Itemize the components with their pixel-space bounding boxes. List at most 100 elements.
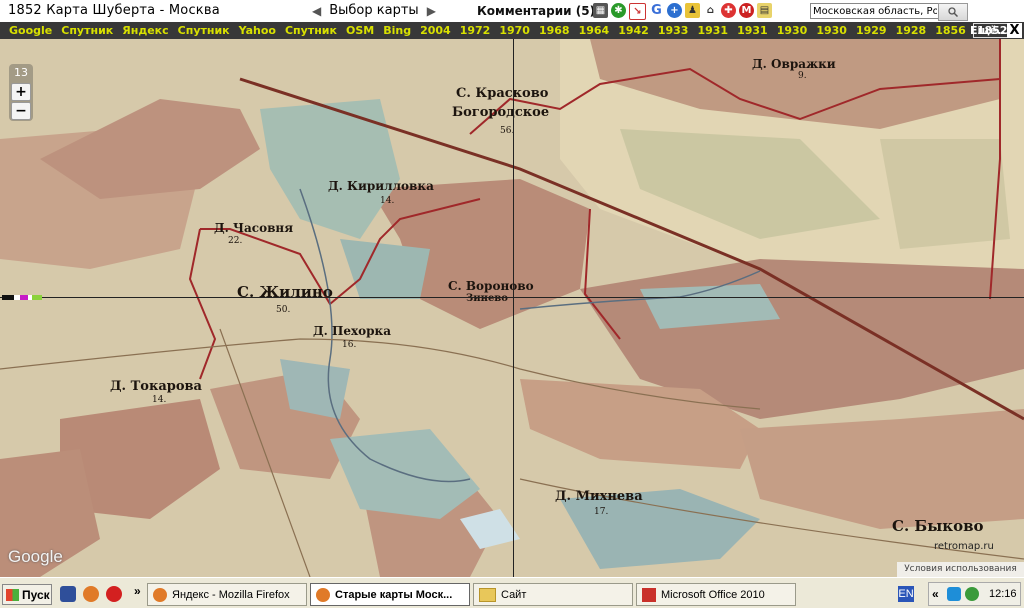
zoom-level-indicator: 13 [14,66,28,79]
layer-year[interactable]: 1930 [816,24,847,37]
firefox-icon [153,587,167,602]
map-label: Д. Михнева [555,489,643,504]
layer-yandex[interactable]: Яндекс [122,24,168,37]
map-label-number: 22. [228,236,243,246]
start-label: Пуск [22,587,50,602]
save-icon[interactable] [60,586,76,602]
layer-year[interactable]: 1942 [618,24,649,37]
google-g-icon[interactable]: G [649,3,664,18]
office-icon [642,587,656,602]
layer-bing[interactable]: Bing [383,24,411,37]
target-icon[interactable]: + [667,3,682,18]
layer-year[interactable]: 1931 [697,24,728,37]
layer-year[interactable]: 1970 [499,24,530,37]
map-label-number: 17. [594,507,609,517]
layer-year[interactable]: 1964 [579,24,610,37]
map-label-number: 14. [152,395,167,405]
firefox-icon [316,587,330,602]
comments-link[interactable]: Комментарии (5) [477,4,595,18]
layer-osm[interactable]: OSM [346,24,374,37]
prev-map-arrow-icon[interactable]: ◀ [312,4,321,18]
google-logo: Google [8,547,63,566]
map-label: Д. Кирилловка [328,179,434,193]
close-layerbar-button[interactable]: X [1007,23,1022,38]
firefox-icon[interactable] [83,586,99,602]
search-icon [948,7,958,17]
lifebuoy-icon[interactable]: ✚ [721,3,736,18]
folder-icon [479,587,496,602]
layer-yahoo-satellite[interactable]: Спутник [285,24,337,37]
tool-icons: ▦ ✱ ↘ G + ♟ ⌂ ✚ M ▤ [593,3,772,20]
layer-year[interactable]: 1972 [460,24,491,37]
watermark-label: retromap.ru [934,541,994,552]
tray-expand-button[interactable]: « [932,587,939,601]
zoom-out-button[interactable]: − [11,102,31,120]
route-icon[interactable]: ↘ [629,3,646,20]
map-label: Зинево [466,293,508,304]
start-button[interactable]: Пуск [2,584,52,605]
opera-icon[interactable] [106,586,122,602]
crosshair-vertical [513,39,514,577]
taskbar-window-label: Сайт [501,588,527,601]
map-label: С. Быково [892,517,984,535]
map-select-label[interactable]: Выбор карты [329,3,418,18]
map-label-number: 9. [798,71,807,81]
windows-logo-icon [6,588,19,601]
map-label-number: 50. [276,305,291,315]
search-button[interactable] [938,3,968,21]
metro-icon[interactable]: M [739,3,754,18]
taskbar-window-label: Microsoft Office 2010 [661,588,765,601]
gear-icon[interactable]: ✱ [611,3,626,18]
layer-bar: Google Спутник Яндекс Спутник Yahoo Спут… [0,22,1024,39]
taskbar: Пуск » Яндекс - Mozilla Firefox Старые к… [0,577,1024,608]
layer-year[interactable]: 1928 [896,24,927,37]
clock[interactable]: 12:16 [989,588,1017,600]
search-input[interactable] [810,3,940,19]
layer-year[interactable]: 1933 [658,24,689,37]
map-selector[interactable]: ◀ Выбор карты ▶ [312,3,436,18]
crosshair-horizontal [0,297,1024,298]
map-canvas[interactable]: Д. Овражки 9. С. Красково Богородское 56… [0,39,1024,577]
quicklaunch-overflow[interactable]: » [134,584,141,598]
map-label: С. Вороново [448,279,534,293]
layer-year[interactable]: 1968 [539,24,570,37]
opacity-slider[interactable] [2,295,42,300]
zoom-control: 13 + − [9,64,33,121]
zoom-in-button[interactable]: + [11,83,31,101]
people-icon[interactable]: ♟ [685,3,700,18]
map-label: Богородское [452,105,550,120]
next-map-arrow-icon[interactable]: ▶ [427,4,436,18]
layer-year[interactable]: 1931 [737,24,768,37]
layer-year[interactable]: 1856 [935,24,966,37]
title-bar: 1852 Карта Шуберта - Москва ◀ Выбор карт… [0,0,1024,22]
map-label: Д. Пехорка [313,324,391,338]
taskbar-window-firefox[interactable]: Яндекс - Mozilla Firefox [147,583,307,606]
layer-google-satellite[interactable]: Спутник [61,24,113,37]
language-indicator[interactable]: EN [898,586,914,602]
page-title: 1852 Карта Шуберта - Москва [8,3,220,18]
taskbar-window-folder[interactable]: Сайт [473,583,633,606]
taskbar-window-label: Яндекс - Mozilla Firefox [172,588,290,601]
skype-icon[interactable] [947,587,961,601]
map-label: С. Красково [456,86,549,101]
terms-of-use-link[interactable]: Условия использования [897,562,1024,577]
more-layers-button[interactable]: Ещё... [970,24,1010,37]
layer-year[interactable]: 1930 [777,24,808,37]
grid-icon[interactable]: ▤ [757,3,772,18]
map-label-number: 16. [342,340,357,350]
layer-year[interactable]: 2004 [420,24,451,37]
map-label: Д. Овражки [752,57,836,71]
layer-year[interactable]: 1929 [856,24,887,37]
layer-yandex-satellite[interactable]: Спутник [178,24,230,37]
home-icon[interactable]: ⌂ [703,3,718,18]
picture-icon[interactable]: ▦ [593,3,608,18]
map-label: Д. Часовня [214,221,294,235]
taskbar-window-office[interactable]: Microsoft Office 2010 [636,583,796,606]
taskbar-window-label: Старые карты Моск... [335,588,453,601]
network-icon[interactable] [965,587,979,601]
layer-yahoo[interactable]: Yahoo [239,24,276,37]
taskbar-window-oldmaps[interactable]: Старые карты Моск... [310,583,470,606]
map-label-number: 14. [380,196,395,206]
layer-google[interactable]: Google [9,24,52,37]
map-label: С. Жилино [237,283,333,301]
